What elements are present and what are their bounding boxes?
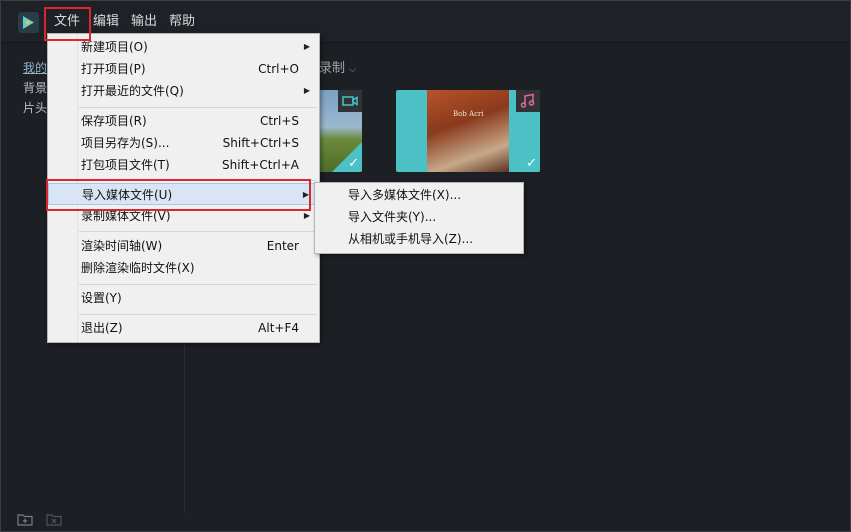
- menu-item-label: 导入多媒体文件(X)...: [348, 188, 462, 202]
- menu-item-shortcut: Shift+Ctrl+A: [222, 158, 299, 172]
- menu-item-label: 设置(Y): [81, 291, 122, 305]
- menu-item-label: 保存项目(R): [81, 114, 147, 128]
- record-dropdown[interactable]: 录制 ⌵: [319, 57, 356, 76]
- menu-item-label: 导入文件夹(Y)...: [348, 210, 437, 224]
- record-label: 录制: [319, 61, 346, 76]
- media-thumbnail-audio[interactable]: Bob Acri ✓: [396, 90, 540, 172]
- highlight-import-media: [46, 179, 311, 211]
- menu-item-label: 从相机或手机导入(Z)...: [348, 232, 474, 246]
- menu-item-label: 项目另存为(S)...: [81, 136, 170, 150]
- menu-item-archive-project[interactable]: 打包项目文件(T) Shift+Ctrl+A: [48, 154, 319, 176]
- menu-item-import-multimedia[interactable]: 导入多媒体文件(X)...: [315, 184, 523, 206]
- menu-item-label: 退出(Z): [81, 321, 123, 335]
- checkmark-icon: ✓: [348, 156, 359, 171]
- menu-item-label: 删除渲染临时文件(X): [81, 261, 195, 275]
- menu-item-label: 打开最近的文件(Q): [81, 84, 184, 98]
- menu-item-import-from-device[interactable]: 从相机或手机导入(Z)...: [315, 228, 523, 250]
- menu-item-label: 新建项目(O): [81, 40, 148, 54]
- sidebar-item-my-media[interactable]: 我的: [23, 59, 47, 76]
- menu-separator: [79, 231, 317, 232]
- menu-separator: [79, 314, 317, 315]
- menu-item-save-as[interactable]: 项目另存为(S)... Shift+Ctrl+S: [48, 132, 319, 154]
- menu-item-label: 打包项目文件(T): [81, 158, 170, 172]
- menu-item-delete-render-files[interactable]: 删除渲染临时文件(X): [48, 257, 319, 279]
- menu-item-save-project[interactable]: 保存项目(R) Ctrl+S: [48, 110, 319, 132]
- menu-item-shortcut: Ctrl+O: [258, 62, 299, 76]
- highlight-file-menu: [44, 7, 91, 41]
- import-submenu: 导入多媒体文件(X)... 导入文件夹(Y)... 从相机或手机导入(Z)...: [314, 182, 524, 254]
- menu-item-exit[interactable]: 退出(Z) Alt+F4: [48, 317, 319, 339]
- checkmark-icon: ✓: [526, 156, 537, 171]
- video-icon: [338, 90, 362, 112]
- menu-separator: [79, 284, 317, 285]
- music-icon: [516, 90, 540, 112]
- submenu-arrow-icon: ▶: [303, 42, 310, 51]
- delete-folder-icon[interactable]: [46, 511, 62, 526]
- app-window: 文件 编辑 输出 帮助 我的 背景 片头 录制 ⌵ ✓ Bob Acri ✓ 新…: [0, 0, 851, 532]
- menu-item-label: 渲染时间轴(W): [81, 239, 163, 253]
- album-cover: Bob Acri: [427, 90, 509, 172]
- menu-item-shortcut: Ctrl+S: [259, 114, 299, 128]
- submenu-arrow-icon: ▶: [303, 86, 310, 95]
- chevron-down-icon: ⌵: [349, 65, 356, 75]
- menu-item-label: 打开项目(P): [81, 62, 146, 76]
- menu-separator: [79, 107, 317, 108]
- app-logo-icon: [18, 12, 39, 33]
- menu-item-settings[interactable]: 设置(Y): [48, 287, 319, 309]
- menu-item-shortcut: Alt+F4: [258, 321, 299, 335]
- menu-item-shortcut: Enter: [266, 239, 299, 253]
- menu-item-render-timeline[interactable]: 渲染时间轴(W) Enter: [48, 235, 319, 257]
- menu-item-open-project[interactable]: 打开项目(P) Ctrl+O: [48, 58, 319, 80]
- sidebar-item-background[interactable]: 背景: [23, 79, 47, 96]
- sidebar-item-intro[interactable]: 片头: [23, 99, 47, 116]
- menu-item-open-recent[interactable]: 打开最近的文件(Q) ▶: [48, 80, 319, 102]
- add-folder-icon[interactable]: [17, 511, 33, 526]
- menu-item-shortcut: Shift+Ctrl+S: [222, 136, 299, 150]
- menu-item-import-folder[interactable]: 导入文件夹(Y)...: [315, 206, 523, 228]
- album-title: Bob Acri: [453, 110, 484, 118]
